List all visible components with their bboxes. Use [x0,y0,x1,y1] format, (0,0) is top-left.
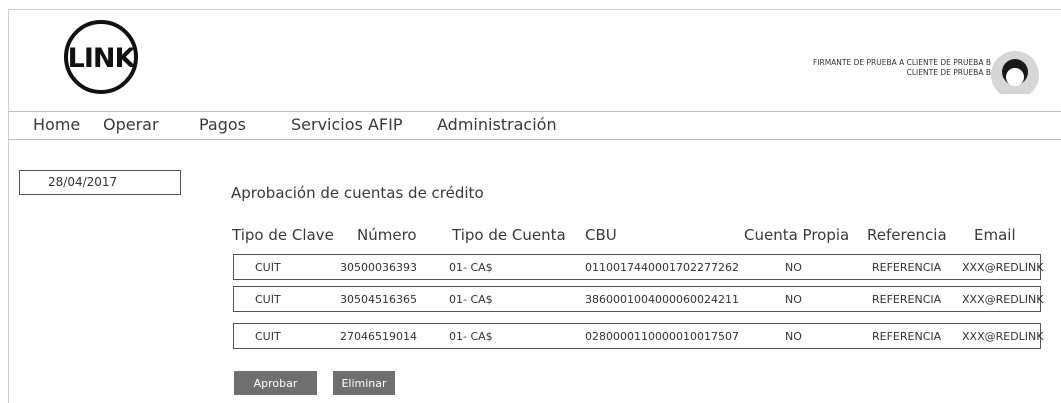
column-header-cbu: CBU [585,226,617,244]
table-row[interactable]: CUIT 27046519014 01- CA$ 028000011000001… [233,323,1044,349]
cell-tipo-cuenta: 01- CA$ [449,293,493,306]
cell-referencia: REFERENCIA [872,293,942,306]
nav-bottom-divider [8,139,1061,140]
user-signer-name: FIRMANTE DE PRUEBA A CLIENTE DE PRUEBA B [812,58,991,67]
date-field[interactable]: 28/04/2017 [19,170,181,195]
delete-button[interactable]: Eliminar [333,371,395,395]
cell-cuenta-propia: NO [785,330,802,343]
column-header-numero: Número [357,226,417,244]
user-info: FIRMANTE DE PRUEBA A CLIENTE DE PRUEBA B… [813,58,991,78]
table-row[interactable]: CUIT 30500036393 01- CA$ 011001744000170… [233,254,1044,280]
cell-numero: 30504516365 [340,293,417,306]
logo-text: LINK [68,43,137,74]
cell-email: XXX@REDLINK [962,261,1044,274]
nav-item-pagos[interactable]: Pagos [199,115,246,134]
cell-cbu: 0110017440001702277262 [585,261,739,274]
column-header-referencia: Referencia [867,226,947,244]
cell-numero: 30500036393 [340,261,417,274]
approve-button[interactable]: Aprobar [234,371,317,395]
nav-item-servicios-afip[interactable]: Servicios AFIP [291,115,402,134]
nav-item-administracion[interactable]: Administración [437,115,557,134]
cell-tipo-clave: CUIT [255,261,281,274]
column-header-email: Email [974,226,1016,244]
cell-tipo-clave: CUIT [255,330,281,343]
cell-tipo-cuenta: 01- CA$ [449,330,493,343]
column-header-tipo-cuenta: Tipo de Cuenta [452,226,566,244]
cell-referencia: REFERENCIA [872,330,942,343]
cell-referencia: REFERENCIA [872,261,942,274]
nav-item-operar[interactable]: Operar [103,115,159,134]
cell-cbu: 0280000110000010017507 [585,330,739,343]
cell-tipo-clave: CUIT [255,293,281,306]
cell-tipo-cuenta: 01- CA$ [449,261,493,274]
column-header-tipo-clave: Tipo de Clave [232,226,334,244]
cell-email: XXX@REDLINK [962,330,1044,343]
link-logo[interactable]: LINK [62,18,140,96]
frame-left-border [8,9,9,403]
frame-top-border [8,9,1061,10]
cell-cuenta-propia: NO [785,261,802,274]
page-title: Aprobación de cuentas de crédito [231,184,484,202]
table-row[interactable]: CUIT 30504516365 01- CA$ 386000100400006… [233,286,1044,312]
avatar-icon[interactable] [990,50,1040,100]
nav-item-home[interactable]: Home [33,115,80,134]
nav-top-divider [8,111,1061,112]
cell-cbu: 3860001004000060024211 [585,293,739,306]
cell-email: XXX@REDLINK [962,293,1044,306]
cell-cuenta-propia: NO [785,293,802,306]
cell-numero: 27046519014 [340,330,417,343]
user-client-name: CLIENTE DE PRUEBA B [906,68,991,77]
column-header-cuenta-propia: Cuenta Propia [744,226,850,244]
